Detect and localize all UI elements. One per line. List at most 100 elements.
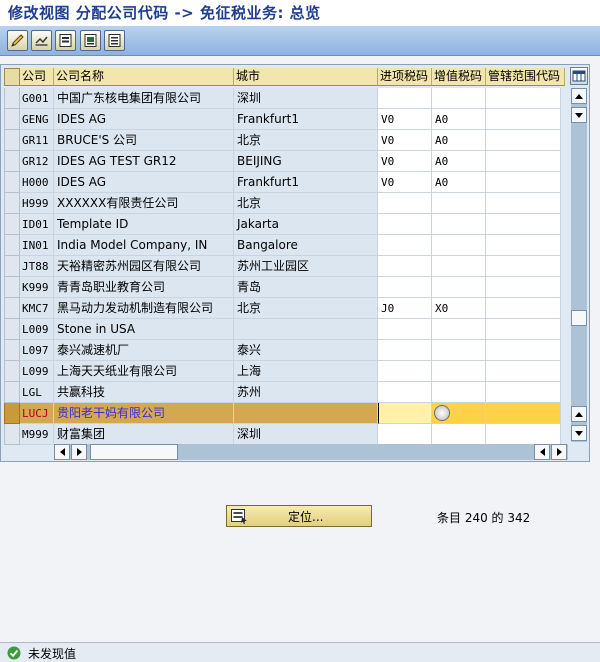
row-selector[interactable] [4, 130, 20, 151]
row-selector[interactable] [4, 403, 20, 424]
table-row[interactable]: H999 XXXXXX有限责任公司 北京 [4, 193, 561, 214]
cell-range[interactable] [486, 235, 561, 256]
scroll-page-down-button[interactable] [571, 425, 587, 441]
cell-input-tax[interactable]: V0 [378, 130, 432, 151]
column-header-code[interactable]: 公司 [20, 68, 54, 86]
cell-vat-code[interactable] [432, 382, 486, 403]
table-row[interactable]: L097 泰兴减速机厂 泰兴 [4, 340, 561, 361]
row-selector[interactable] [4, 172, 20, 193]
table-row[interactable]: LUCJ 贵阳老干妈有限公司 [4, 403, 561, 424]
cell-vat-code[interactable]: A0 [432, 109, 486, 130]
row-selector[interactable] [4, 319, 20, 340]
cell-range[interactable] [486, 214, 561, 235]
cell-input-tax[interactable] [378, 193, 432, 214]
row-selector[interactable] [4, 214, 20, 235]
column-header-name[interactable]: 公司名称 [54, 68, 234, 86]
row-selector[interactable] [4, 193, 20, 214]
cell-input-tax[interactable]: V0 [378, 109, 432, 130]
select-all-button[interactable] [55, 30, 76, 51]
cell-vat-code[interactable] [432, 88, 486, 109]
row-selector[interactable] [4, 109, 20, 130]
cell-range[interactable] [486, 361, 561, 382]
vertical-scroll-thumb[interactable] [571, 310, 587, 326]
select-block-button[interactable] [80, 30, 101, 51]
row-selector[interactable] [4, 256, 20, 277]
cell-input-tax[interactable]: V0 [378, 151, 432, 172]
column-header-vat-code[interactable]: 增值税码 [432, 68, 486, 86]
scroll-down-button[interactable] [571, 107, 587, 123]
cell-range[interactable] [486, 298, 561, 319]
cell-input-tax[interactable]: V0 [378, 172, 432, 193]
cell-input-tax[interactable] [378, 277, 432, 298]
row-selector[interactable] [4, 235, 20, 256]
cell-range[interactable] [486, 130, 561, 151]
table-row[interactable]: L099 上海天天纸业有限公司 上海 [4, 361, 561, 382]
cell-range[interactable] [486, 151, 561, 172]
cell-vat-code[interactable] [432, 319, 486, 340]
cell-vat-code[interactable] [432, 340, 486, 361]
cell-input-tax[interactable] [378, 424, 432, 445]
table-row[interactable]: LGL 共赢科技 苏州 [4, 382, 561, 403]
table-row[interactable]: IN01 India Model Company, IN Bangalore [4, 235, 561, 256]
cell-range[interactable] [486, 256, 561, 277]
row-selector[interactable] [4, 88, 20, 109]
cell-vat-code[interactable] [432, 277, 486, 298]
cell-range[interactable] [486, 277, 561, 298]
table-row[interactable]: H000 IDES AG Frankfurt1 V0 A0 [4, 172, 561, 193]
display-change-button[interactable] [31, 30, 52, 51]
cell-vat-code[interactable]: X0 [432, 298, 486, 319]
table-row[interactable]: M999 财富集团 深圳 [4, 424, 561, 445]
scroll-right-button[interactable] [71, 444, 87, 460]
cell-vat-code[interactable] [432, 403, 486, 424]
cell-input-tax[interactable] [378, 340, 432, 361]
cell-input-tax[interactable] [378, 319, 432, 340]
cell-input-tax[interactable] [378, 235, 432, 256]
cell-vat-code[interactable] [432, 424, 486, 445]
cell-range[interactable] [486, 403, 561, 424]
cell-vat-code[interactable] [432, 361, 486, 382]
column-header-city[interactable]: 城市 [234, 68, 378, 86]
cell-range[interactable] [486, 340, 561, 361]
row-selector[interactable] [4, 340, 20, 361]
table-settings-button[interactable] [570, 67, 588, 85]
scroll-up-button[interactable] [571, 88, 587, 104]
table-row[interactable]: KMC7 黑马动力发动机制造有限公司 北京 J0 X0 [4, 298, 561, 319]
cell-input-tax[interactable] [378, 88, 432, 109]
table-row[interactable]: GR11 BRUCE'S 公司 北京 V0 A0 [4, 130, 561, 151]
row-selector[interactable] [4, 382, 20, 403]
cell-input-tax[interactable] [378, 214, 432, 235]
cell-vat-code[interactable]: A0 [432, 130, 486, 151]
cell-range[interactable] [486, 172, 561, 193]
cell-vat-code[interactable]: A0 [432, 151, 486, 172]
value-help-icon[interactable] [434, 405, 450, 421]
cell-input-tax[interactable] [378, 361, 432, 382]
edit-button[interactable] [7, 30, 28, 51]
cell-input-tax[interactable] [378, 403, 432, 424]
scroll-far-right-button[interactable] [551, 444, 567, 460]
scroll-page-up-button[interactable] [571, 406, 587, 422]
row-selector[interactable] [4, 361, 20, 382]
table-row[interactable]: L009 Stone in USA [4, 319, 561, 340]
cell-vat-code[interactable] [432, 235, 486, 256]
cell-vat-code[interactable]: A0 [432, 172, 486, 193]
cell-vat-code[interactable] [432, 214, 486, 235]
row-selector[interactable] [4, 298, 20, 319]
status-message[interactable]: 未发现值 [28, 645, 76, 662]
cell-range[interactable] [486, 88, 561, 109]
cell-vat-code[interactable] [432, 193, 486, 214]
column-header-range[interactable]: 管辖范围代码 [486, 68, 565, 86]
row-selector[interactable] [4, 277, 20, 298]
cell-range[interactable] [486, 109, 561, 130]
table-row[interactable]: G001 中国广东核电集团有限公司 深圳 [4, 88, 561, 109]
horizontal-scrollbar[interactable] [54, 444, 568, 460]
table-row[interactable]: GR12 IDES AG TEST GR12 BEIJING V0 A0 [4, 151, 561, 172]
cell-range[interactable] [486, 319, 561, 340]
table-row[interactable]: ID01 Template ID Jakarta [4, 214, 561, 235]
scroll-far-left-button[interactable] [534, 444, 550, 460]
row-selector[interactable] [4, 151, 20, 172]
deselect-all-button[interactable] [104, 30, 125, 51]
scroll-left-button[interactable] [54, 444, 70, 460]
position-button[interactable]: 定位... [226, 505, 372, 527]
cell-vat-code[interactable] [432, 256, 486, 277]
select-all-rows-handle[interactable] [4, 68, 20, 86]
